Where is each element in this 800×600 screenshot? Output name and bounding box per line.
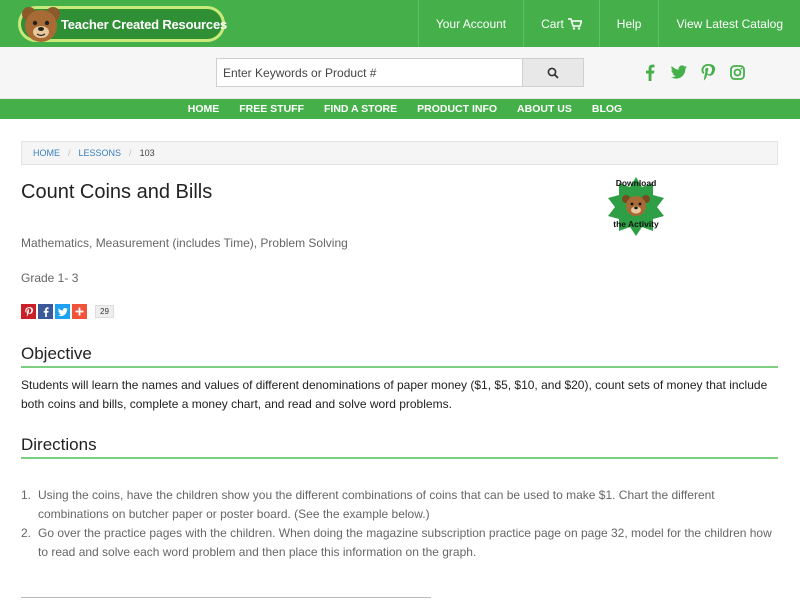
twitter-icon[interactable] <box>671 63 687 81</box>
download-label-top: Download <box>616 178 657 188</box>
share-count: 29 <box>95 305 114 318</box>
list-item: 1. Using the coins, have the children sh… <box>21 486 778 524</box>
view-catalog-link[interactable]: View Latest Catalog <box>658 0 800 47</box>
pinterest-icon[interactable] <box>700 63 716 81</box>
breadcrumb-lessons[interactable]: LESSONS <box>79 148 122 158</box>
search-input[interactable] <box>216 58 523 87</box>
nav-blog[interactable]: BLOG <box>582 99 632 119</box>
logo[interactable]: Teacher Created Resources <box>18 6 228 42</box>
breadcrumb-separator: / <box>68 148 71 158</box>
search-button[interactable] <box>522 58 584 87</box>
bear-logo-icon <box>22 7 60 42</box>
twitter-share-icon[interactable] <box>55 304 70 319</box>
facebook-share-icon[interactable] <box>38 304 53 319</box>
nav-about-us[interactable]: ABOUT US <box>507 99 582 119</box>
objective-text: Students will learn the names and values… <box>21 378 768 411</box>
social-links <box>642 63 745 81</box>
account-nav: Your Account Cart Help View Latest Catal… <box>417 0 800 47</box>
directions-heading: Directions <box>21 435 778 459</box>
pinterest-share-icon[interactable] <box>21 304 36 319</box>
lesson-grade: Grade 1- 3 <box>21 271 79 285</box>
page-title: Count Coins and Bills <box>21 181 213 203</box>
cart-link[interactable]: Cart <box>523 0 599 47</box>
objective-heading: Objective <box>21 344 778 368</box>
download-activity-button[interactable]: Download the Activity <box>605 175 667 237</box>
instagram-icon[interactable] <box>729 63 745 81</box>
help-link[interactable]: Help <box>598 0 659 47</box>
step-text: Using the coins, have the children show … <box>38 488 715 521</box>
nav-free-stuff[interactable]: FREE STUFF <box>229 99 314 119</box>
breadcrumb-current: 103 <box>139 148 155 158</box>
step-number: 1. <box>21 488 32 502</box>
nav-product-info[interactable]: PRODUCT INFO <box>407 99 507 119</box>
search-icon <box>547 67 559 79</box>
step-text: Go over the practice pages with the chil… <box>38 526 772 559</box>
divider <box>21 597 431 598</box>
facebook-icon[interactable] <box>642 63 658 81</box>
download-badge-icon: Download the Activity <box>608 177 664 236</box>
breadcrumb-separator: / <box>129 148 132 158</box>
search-bar <box>0 47 800 99</box>
cart-icon <box>567 17 582 30</box>
main-nav: HOME FREE STUFF FIND A STORE PRODUCT INF… <box>0 99 800 119</box>
cart-label: Cart <box>541 16 564 31</box>
breadcrumb-home[interactable]: HOME <box>33 148 60 158</box>
list-item: 2. Go over the practice pages with the c… <box>21 524 778 562</box>
share-buttons: 29 <box>21 304 114 319</box>
more-share-icon[interactable] <box>72 304 87 319</box>
step-number: 2. <box>21 526 32 540</box>
breadcrumb: HOME / LESSONS / 103 <box>21 141 778 165</box>
logo-text: Teacher Created Resources <box>61 17 228 32</box>
your-account-link[interactable]: Your Account <box>417 0 523 47</box>
download-label-bottom: the Activity <box>613 219 659 229</box>
nav-find-a-store[interactable]: FIND A STORE <box>314 99 407 119</box>
nav-home[interactable]: HOME <box>178 99 230 119</box>
directions-list: 1. Using the coins, have the children sh… <box>21 486 778 562</box>
lesson-subjects: Mathematics, Measurement (includes Time)… <box>21 236 348 250</box>
top-header: Teacher Created Resources Your Account C… <box>0 0 800 47</box>
